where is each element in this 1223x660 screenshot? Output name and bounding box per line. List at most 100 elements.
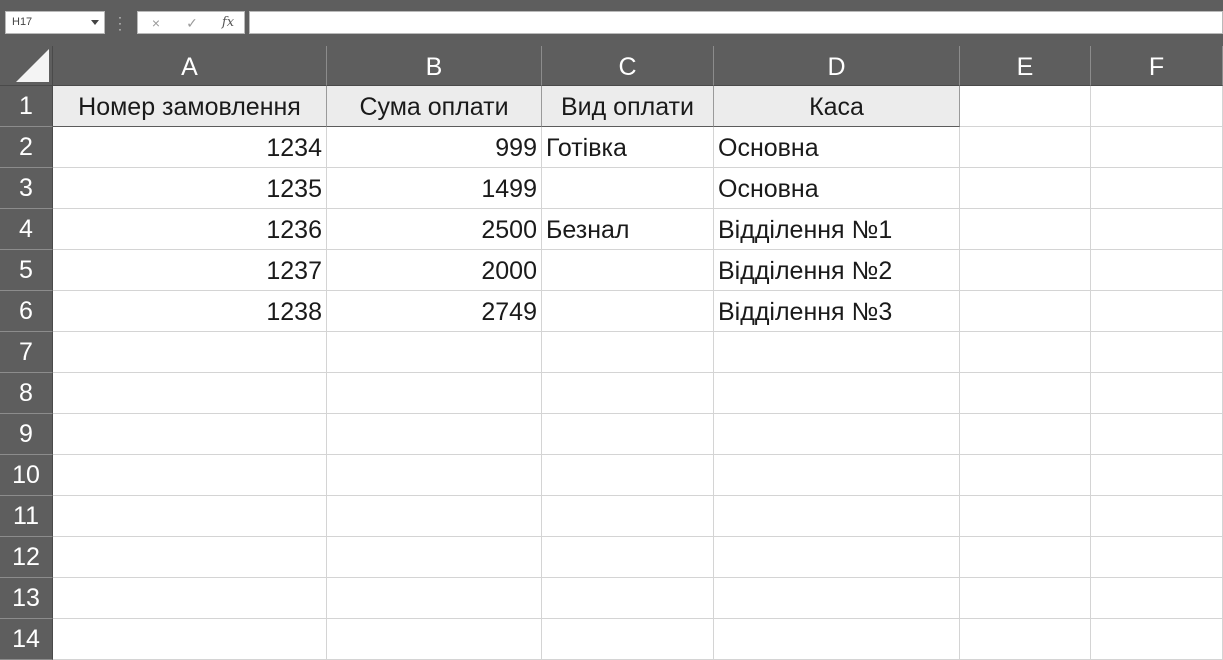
column-header-f[interactable]: F: [1091, 46, 1223, 86]
row-header-2[interactable]: 2: [0, 127, 53, 168]
column-header-a[interactable]: A: [53, 46, 327, 86]
table-cell[interactable]: 1238: [53, 291, 327, 332]
table-cell[interactable]: [542, 537, 714, 578]
table-cell[interactable]: [542, 373, 714, 414]
table-cell[interactable]: 2749: [327, 291, 542, 332]
table-cell[interactable]: 1236: [53, 209, 327, 250]
table-cell[interactable]: [714, 332, 960, 373]
table-cell[interactable]: [960, 291, 1091, 332]
column-header-c[interactable]: C: [542, 46, 714, 86]
table-cell[interactable]: [960, 373, 1091, 414]
table-cell[interactable]: [327, 414, 542, 455]
table-cell[interactable]: [542, 414, 714, 455]
row-header-14[interactable]: 14: [0, 619, 53, 660]
table-cell[interactable]: [714, 455, 960, 496]
table-cell[interactable]: [542, 168, 714, 209]
table-cell[interactable]: [960, 86, 1091, 127]
table-cell[interactable]: Готівка: [542, 127, 714, 168]
table-header-cell[interactable]: Сума оплати: [327, 86, 542, 127]
table-cell[interactable]: [1091, 373, 1223, 414]
table-cell[interactable]: [960, 578, 1091, 619]
table-cell[interactable]: [327, 537, 542, 578]
column-header-d[interactable]: D: [714, 46, 960, 86]
table-header-cell[interactable]: Вид оплати: [542, 86, 714, 127]
table-cell[interactable]: [53, 414, 327, 455]
table-cell[interactable]: [960, 127, 1091, 168]
table-cell[interactable]: [53, 455, 327, 496]
table-cell[interactable]: [714, 373, 960, 414]
table-cell[interactable]: [542, 619, 714, 660]
table-cell[interactable]: [960, 537, 1091, 578]
select-all-button[interactable]: [0, 46, 53, 86]
table-cell[interactable]: [327, 578, 542, 619]
table-cell[interactable]: [1091, 455, 1223, 496]
table-cell[interactable]: [53, 496, 327, 537]
column-header-b[interactable]: B: [327, 46, 542, 86]
table-cell[interactable]: 1235: [53, 168, 327, 209]
table-cell[interactable]: Відділення №2: [714, 250, 960, 291]
table-cell[interactable]: [327, 619, 542, 660]
cancel-icon[interactable]: ×: [144, 14, 168, 32]
table-cell[interactable]: [1091, 291, 1223, 332]
table-cell[interactable]: Основна: [714, 168, 960, 209]
table-cell[interactable]: [53, 373, 327, 414]
table-cell[interactable]: Безнал: [542, 209, 714, 250]
row-header-10[interactable]: 10: [0, 455, 53, 496]
table-cell[interactable]: Основна: [714, 127, 960, 168]
table-cell[interactable]: [714, 414, 960, 455]
table-cell[interactable]: [1091, 619, 1223, 660]
row-header-4[interactable]: 4: [0, 209, 53, 250]
row-header-5[interactable]: 5: [0, 250, 53, 291]
row-header-8[interactable]: 8: [0, 373, 53, 414]
table-cell[interactable]: [714, 496, 960, 537]
table-cell[interactable]: 1499: [327, 168, 542, 209]
table-cell[interactable]: [1091, 168, 1223, 209]
table-cell[interactable]: [960, 496, 1091, 537]
table-cell[interactable]: [542, 250, 714, 291]
table-cell[interactable]: [542, 291, 714, 332]
table-cell[interactable]: [327, 373, 542, 414]
table-cell[interactable]: [960, 619, 1091, 660]
table-cell[interactable]: [1091, 209, 1223, 250]
formula-input[interactable]: [249, 11, 1223, 34]
table-cell[interactable]: [1091, 250, 1223, 291]
table-cell[interactable]: [1091, 414, 1223, 455]
more-options-icon[interactable]: · · ·: [117, 11, 123, 35]
table-cell[interactable]: [960, 168, 1091, 209]
table-cell[interactable]: 1237: [53, 250, 327, 291]
row-header-9[interactable]: 9: [0, 414, 53, 455]
check-icon[interactable]: ✓: [180, 14, 204, 32]
table-cell[interactable]: [1091, 496, 1223, 537]
table-cell[interactable]: Відділення №3: [714, 291, 960, 332]
insert-function-icon[interactable]: fx: [216, 14, 240, 32]
table-cell[interactable]: [714, 578, 960, 619]
table-cell[interactable]: [53, 332, 327, 373]
name-box[interactable]: H17: [5, 11, 105, 34]
chevron-down-icon[interactable]: [91, 20, 99, 25]
table-cell[interactable]: [542, 578, 714, 619]
table-header-cell[interactable]: Каса: [714, 86, 960, 127]
table-cell[interactable]: [327, 496, 542, 537]
row-header-13[interactable]: 13: [0, 578, 53, 619]
table-cell[interactable]: 1234: [53, 127, 327, 168]
table-header-cell[interactable]: Номер замовлення: [53, 86, 327, 127]
table-cell[interactable]: [327, 455, 542, 496]
row-header-12[interactable]: 12: [0, 537, 53, 578]
table-cell[interactable]: 2000: [327, 250, 542, 291]
table-cell[interactable]: [1091, 537, 1223, 578]
table-cell[interactable]: [960, 414, 1091, 455]
table-cell[interactable]: [53, 537, 327, 578]
table-cell[interactable]: [1091, 578, 1223, 619]
row-header-11[interactable]: 11: [0, 496, 53, 537]
table-cell[interactable]: [960, 332, 1091, 373]
table-cell[interactable]: [960, 455, 1091, 496]
table-cell[interactable]: [53, 578, 327, 619]
table-cell[interactable]: [1091, 332, 1223, 373]
table-cell[interactable]: [542, 332, 714, 373]
table-cell[interactable]: [714, 537, 960, 578]
row-header-7[interactable]: 7: [0, 332, 53, 373]
table-cell[interactable]: Відділення №1: [714, 209, 960, 250]
table-cell[interactable]: [1091, 127, 1223, 168]
column-header-e[interactable]: E: [960, 46, 1091, 86]
table-cell[interactable]: 999: [327, 127, 542, 168]
